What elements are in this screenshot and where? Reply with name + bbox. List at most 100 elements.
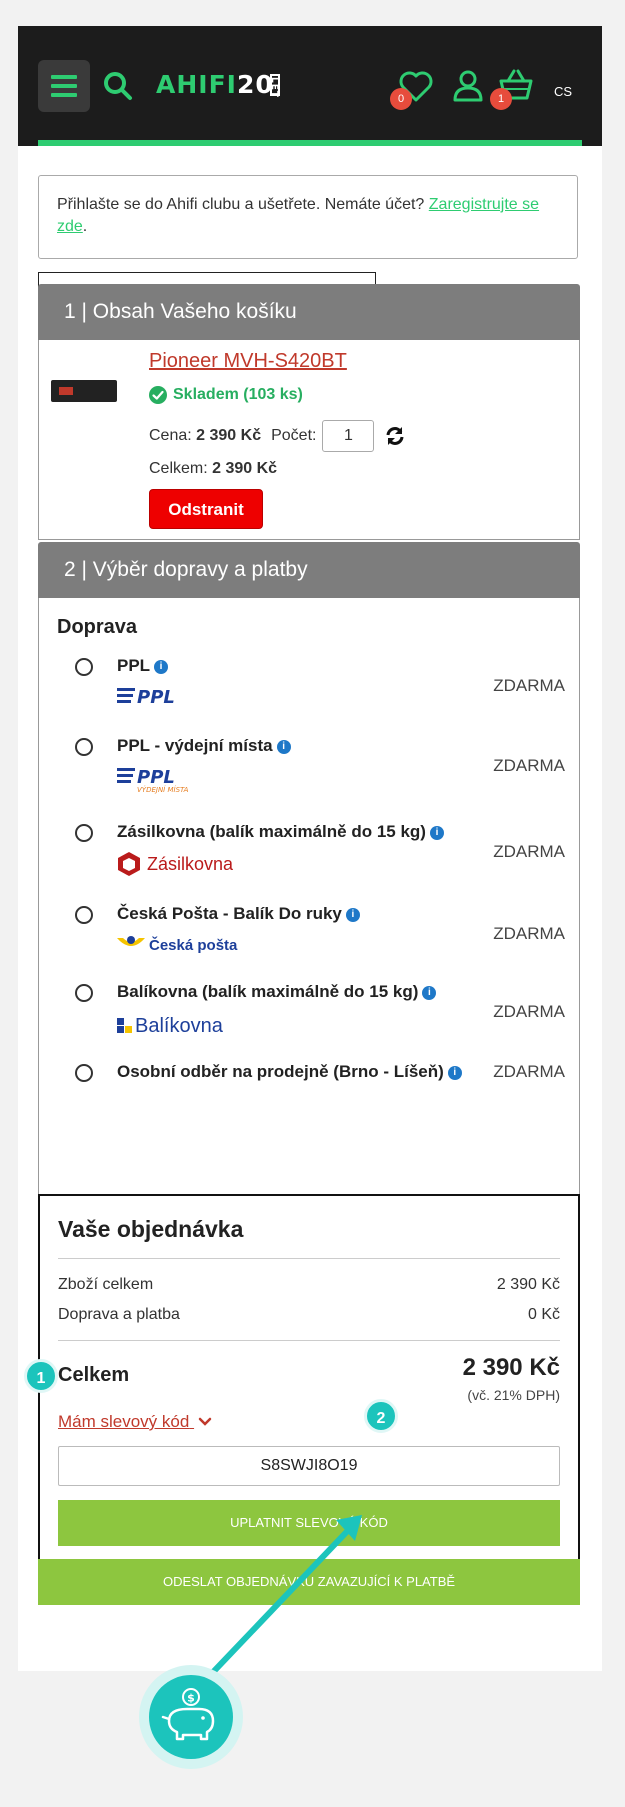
header-accent-line (38, 140, 582, 146)
search-button[interactable] (100, 68, 136, 104)
submit-order-button[interactable]: ODESLAT OBJEDNÁVKU ZAVAZUJÍCÍ K PLATBĚ (38, 1559, 580, 1605)
shipping-option-name: PPL i (117, 656, 169, 676)
info-icon[interactable]: i (154, 660, 169, 674)
shipping-option[interactable]: Zásilkovna (balík maximálně do 15 kg) i Z… (75, 820, 565, 880)
stock-status: Skladem (103 ks) (149, 386, 303, 404)
hamburger-menu-button[interactable] (38, 60, 90, 112)
info-icon[interactable]: i (276, 740, 291, 754)
balikovna-logo: Balíkovna (117, 1010, 247, 1041)
ppl-pickup-logo: PPL VÝDEJNÍ MÍSTA (117, 764, 213, 799)
shipping-radio[interactable] (75, 824, 93, 842)
shipping-option-label: Česká Pošta - Balík Do ruky (117, 904, 342, 923)
shipping-total-label: Doprava a platba (58, 1306, 180, 1323)
logo-text: AHIFI (156, 70, 237, 99)
shipping-price: ZDARMA (493, 842, 565, 861)
line-total-label: Celkem: (149, 460, 208, 477)
shipping-option[interactable]: Česká Pošta - Balík Do ruky i Česká pošta… (75, 902, 565, 962)
shipping-option-name: Balíkovna (balík maximálně do 15 kg) i (117, 982, 437, 1002)
ppl-logo: PPL (117, 684, 213, 713)
ppl-logo-text: PPL (137, 687, 175, 708)
shipping-option-name: Osobní odběr na prodejně (Brno - Líšeň) i (117, 1062, 462, 1082)
zasilkovna-logo-text: Zásilkovna (147, 854, 234, 874)
shipping-section-heading: 2 | Výběr dopravy a platby (38, 542, 580, 598)
shipping-option[interactable]: Balíkovna (balík maximálně do 15 kg) i Ba… (75, 980, 565, 1040)
ceska-posta-logo: Česká pošta (117, 932, 247, 961)
divider (58, 1340, 560, 1341)
user-icon (453, 70, 483, 102)
shipping-option[interactable]: PPL - výdejní místa i PPL VÝDEJNÍ MÍSTA Z… (75, 734, 565, 794)
line-total-value: 2 390 Kč (212, 460, 278, 477)
vat-note: (vč. 21% DPH) (467, 1387, 560, 1403)
account-button[interactable] (448, 66, 488, 106)
shipping-radio[interactable] (75, 984, 93, 1002)
ppl-logo-text: PPL (137, 767, 175, 788)
shipping-option-label: PPL (117, 656, 151, 675)
piggy-bank-icon: $ (149, 1675, 233, 1759)
shipping-total-value: 0 Kč (527, 1306, 560, 1323)
club-login-notice: Přihlašte se do Ahifi clubu a ušetřete. … (38, 175, 578, 259)
order-summary: Vaše objednávka Zboží celkem 2 390 Kč Do… (38, 1194, 580, 1567)
shipping-option-name: Česká Pošta - Balík Do ruky i (117, 904, 360, 924)
search-icon (104, 72, 132, 100)
info-icon[interactable]: i (422, 986, 437, 1000)
goods-total-label: Zboží celkem (58, 1276, 154, 1293)
zasilkovna-logo: Zásilkovna (117, 850, 247, 883)
shipping-price: ZDARMA (493, 756, 565, 775)
apply-discount-button[interactable]: UPLATNIT SLEVOVÝ KÓD (58, 1500, 560, 1546)
price-line: Cena: 2 390 Kč Počet: 1 (149, 420, 406, 452)
shipping-option[interactable]: Osobní odběr na prodejně (Brno - Líšeň) i… (75, 1060, 565, 1090)
shipping-option-label: Zásilkovna (balík maximálně do 15 kg) (117, 822, 426, 841)
discount-code-toggle-label: Mám slevový kód (58, 1412, 190, 1431)
discount-code-input[interactable]: S8SWJI8O19 (58, 1446, 560, 1486)
grand-total-label: Celkem (58, 1364, 130, 1386)
divider (58, 1258, 560, 1259)
ppl-logo-subtext: VÝDEJNÍ MÍSTA (137, 785, 189, 794)
shipping-option[interactable]: PPL i PPL ZDARMA (75, 654, 565, 714)
shipping-option-label: Osobní odběr na prodejně (Brno - Líšeň) (117, 1062, 444, 1081)
goods-total-value: 2 390 Kč (496, 1276, 560, 1293)
step-1-marker: 1 (24, 1359, 58, 1393)
cart-count-badge: 1 (490, 88, 512, 110)
info-icon[interactable]: i (447, 1066, 462, 1080)
shipping-radio[interactable] (75, 738, 93, 756)
logo-let: LET (269, 74, 280, 98)
chevron-down-icon (198, 1417, 212, 1426)
shipping-option-label: Balíkovna (balík maximálně do 15 kg) (117, 982, 419, 1001)
wishlist-count-badge: 0 (390, 88, 412, 110)
shipping-radio[interactable] (75, 658, 93, 676)
product-image[interactable] (51, 380, 117, 402)
login-notice-suffix: . (82, 218, 88, 235)
grand-total-value: 2 390 Kč (462, 1354, 560, 1381)
info-icon[interactable]: i (429, 826, 444, 840)
refresh-icon[interactable] (384, 425, 406, 447)
checkout-page: AHIFI20 LET 0 1 CS Přihlašte se do Ahifi… (18, 26, 602, 1671)
quantity-input[interactable]: 1 (322, 420, 375, 452)
shipping-radio[interactable] (75, 1064, 93, 1082)
shipping-section: Doprava PPL i PPL ZDARMA PPL - výdejní mí… (38, 598, 580, 1196)
cart-button[interactable]: 1 (490, 66, 536, 110)
site-header: AHIFI20 LET 0 1 CS (18, 26, 602, 146)
product-name-link[interactable]: Pioneer MVH-S420BT (149, 350, 347, 373)
language-switch[interactable]: CS (554, 84, 572, 99)
cart-section-heading: 1 | Obsah Vašeho košíku (38, 284, 580, 340)
step-2-marker: 2 (364, 1399, 398, 1433)
info-icon[interactable]: i (345, 908, 360, 922)
site-logo[interactable]: AHIFI20 LET (156, 70, 280, 99)
remove-item-button[interactable]: Odstranit (149, 489, 263, 529)
wishlist-button[interactable]: 0 (390, 66, 436, 110)
shipping-title: Doprava (57, 616, 138, 638)
check-circle-icon (149, 386, 167, 404)
shipping-radio[interactable] (75, 906, 93, 924)
savings-badge: $ (139, 1665, 243, 1769)
shipping-option-name: PPL - výdejní místa i (117, 736, 291, 756)
shipping-total-row: Doprava a platba 0 Kč (58, 1306, 560, 1324)
dollar-coin-icon: $ (187, 1692, 195, 1705)
login-notice-text: Přihlašte se do Ahifi clubu a ušetřete. … (57, 196, 425, 213)
balikovna-logo-text: Balíkovna (135, 1015, 224, 1036)
cart-section: Pioneer MVH-S420BT Skladem (103 ks) Cena… (38, 340, 580, 540)
unit-price: 2 390 Kč (196, 427, 262, 444)
quantity-label: Počet: (271, 427, 317, 444)
discount-code-toggle[interactable]: Mám slevový kód (58, 1412, 212, 1432)
shipping-price: ZDARMA (493, 1062, 565, 1081)
shipping-option-name: Zásilkovna (balík maximálně do 15 kg) i (117, 822, 444, 842)
